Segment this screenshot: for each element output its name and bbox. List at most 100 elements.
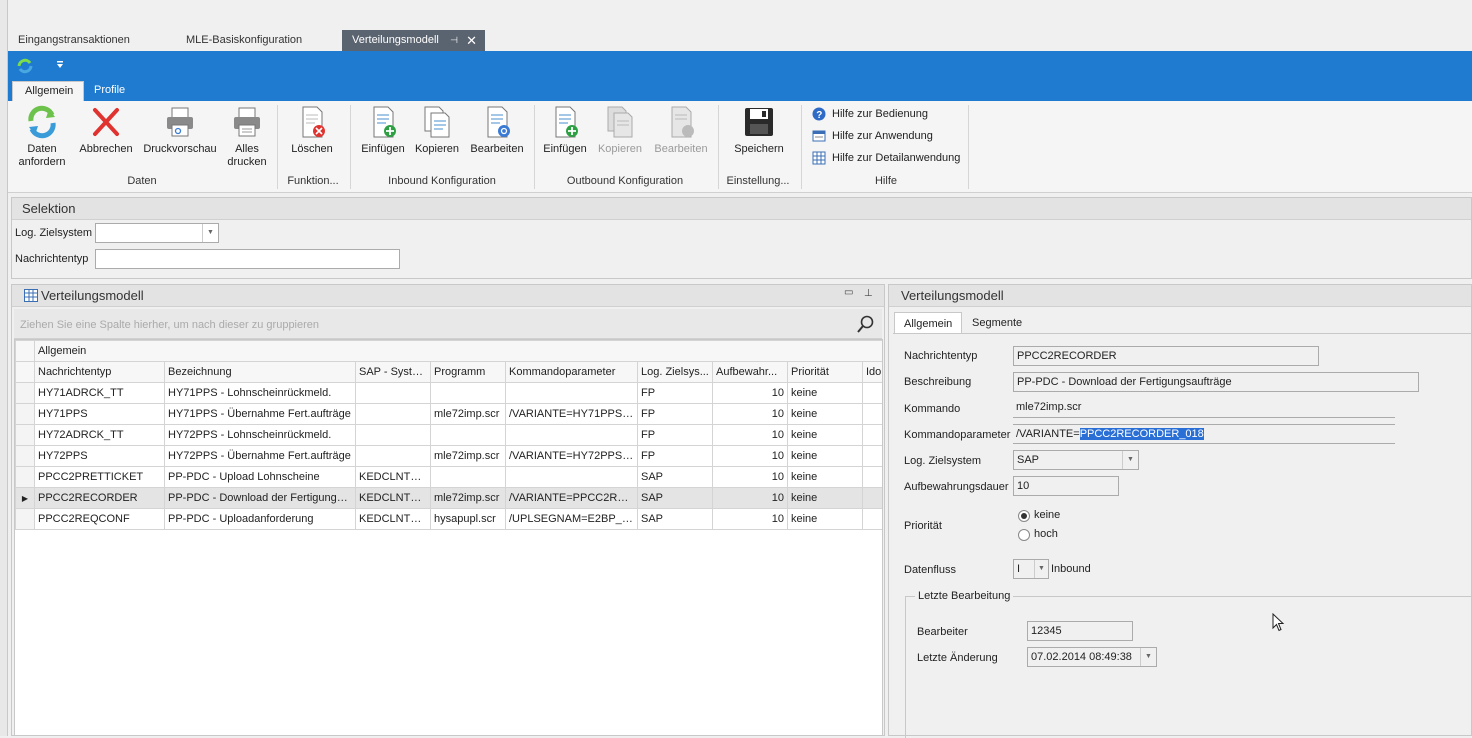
cell-log-zielsystem[interactable]: FP [637,403,713,425]
cell-nachrichtentyp[interactable]: HY72PPS [34,445,165,467]
column-header-prioritaet[interactable]: Priorität [787,361,863,383]
column-header-log-zielsystem[interactable]: Log. Zielsys... [637,361,713,383]
cell-aufbewahrung[interactable]: 10 [712,466,788,488]
cell-bezeichnung[interactable]: PP-PDC - Download der Fertigungsa... [164,487,356,509]
cell-ido[interactable] [861,466,882,488]
cell-programm[interactable]: mle72imp.scr [430,403,506,425]
column-header-nachrichtentyp[interactable]: Nachrichtentyp [34,361,165,383]
cell-prioritaet[interactable]: keine [787,487,863,509]
cell-kommandoparameter[interactable]: /VARIANTE=PPCC2REC... [505,487,638,509]
table-row[interactable]: HY72PPS HY72PPS - Übernahme Fert.aufträge… [15,445,882,467]
abbrechen-button[interactable]: Abbrechen [76,105,136,156]
doc-tab-eingangstransaktionen[interactable]: Eingangstransaktionen [8,30,176,51]
row-indicator-cell[interactable] [15,382,35,404]
cell-sap-system[interactable]: KEDCLNT200 [355,487,431,509]
cell-prioritaet[interactable]: keine [787,403,863,425]
ribbon-tab-profile[interactable]: Profile [86,81,133,101]
datenfluss-select[interactable]: I ▼ [1013,559,1049,579]
daten-anfordern-button[interactable]: Daten anfordern [12,105,72,169]
table-row[interactable]: PPCC2REQCONF PP-PDC - Uploadanforderung KE… [15,508,882,530]
cell-ido[interactable] [861,508,882,530]
column-header-programm[interactable]: Programm [430,361,506,383]
cell-sap-system[interactable]: KEDCLNT200 [355,466,431,488]
cell-sap-system[interactable]: KEDCLNT200 [355,508,431,530]
cell-log-zielsystem[interactable]: FP [637,445,713,467]
row-indicator-cell[interactable] [15,424,35,446]
cell-prioritaet[interactable]: keine [787,466,863,488]
cell-log-zielsystem[interactable]: FP [637,424,713,446]
cell-prioritaet[interactable]: keine [787,508,863,530]
group-by-area[interactable]: Ziehen Sie eine Spalte hierher, um nach … [14,309,882,339]
inbound-bearbeiten-button[interactable]: Bearbeiten [466,105,528,156]
chevron-down-icon[interactable]: ▼ [1122,451,1138,469]
table-row[interactable]: HY71ADRCK_TT HY71PPS - Lohnscheinrückmeld… [15,382,882,404]
cell-bezeichnung[interactable]: HY71PPS - Übernahme Fert.aufträge [164,403,356,425]
inbound-einfuegen-button[interactable]: Einfügen [358,105,408,156]
loeschen-button[interactable]: Löschen [284,105,340,156]
column-header-aufbewahrung[interactable]: Aufbewahr... [712,361,788,383]
cell-programm[interactable] [430,382,506,404]
beschreibung-field[interactable]: PP-PDC - Download der Fertigungsaufträge [1013,372,1419,392]
cell-kommandoparameter[interactable] [505,382,638,404]
refresh-icon[interactable] [16,58,34,74]
cell-nachrichtentyp[interactable]: PPCC2RECORDER [34,487,165,509]
ribbon-tab-allgemein[interactable]: Allgemein [12,81,84,101]
cell-kommandoparameter[interactable] [505,466,638,488]
cell-aufbewahrung[interactable]: 10 [712,508,788,530]
cell-aufbewahrung[interactable]: 10 [712,487,788,509]
doc-tab-mle-basiskonfiguration[interactable]: MLE-Basiskonfiguration [176,30,342,51]
detail-tab-allgemein[interactable]: Allgemein [894,312,963,334]
cell-programm[interactable]: mle72imp.scr [430,487,506,509]
cell-bezeichnung[interactable]: PP-PDC - Upload Lohnscheine [164,466,356,488]
table-row[interactable]: HY71PPS HY71PPS - Übernahme Fert.aufträge… [15,403,882,425]
cell-ido[interactable] [861,445,882,467]
druckvorschau-button[interactable]: Druckvorschau [140,105,220,156]
ziel-select[interactable]: ▼ [95,223,219,243]
cell-sap-system[interactable] [355,445,431,467]
cell-sap-system[interactable] [355,382,431,404]
cell-log-zielsystem[interactable]: SAP [637,508,713,530]
cell-nachrichtentyp[interactable]: HY71PPS [34,403,165,425]
help-bedienung-link[interactable]: ? Hilfe zur Bedienung [812,105,928,123]
outbound-bearbeiten-button[interactable]: Bearbeiten [650,105,712,156]
cell-sap-system[interactable] [355,403,431,425]
chevron-down-icon[interactable]: ▼ [1034,560,1048,578]
row-focus-indicator-icon[interactable]: ▶ [15,487,35,509]
cell-sap-system[interactable] [355,424,431,446]
chevron-down-icon[interactable]: ▼ [202,224,218,242]
outbound-kopieren-button[interactable]: Kopieren [594,105,646,156]
cell-log-zielsystem[interactable]: SAP [637,466,713,488]
ziel-select[interactable]: SAP ▼ [1013,450,1139,470]
kommandoparameter-field[interactable]: /VARIANTE=PPCC2RECORDER_018 [1013,424,1395,444]
row-indicator-cell[interactable] [15,445,35,467]
cell-log-zielsystem[interactable]: FP [637,382,713,404]
column-header-sap-system[interactable]: SAP - System [355,361,431,383]
cell-kommandoparameter[interactable]: /UPLSEGNAM=E2BP_PP... [505,508,638,530]
column-header-kommandoparameter[interactable]: Kommandoparameter [505,361,638,383]
maximize-icon[interactable]: ▭ [844,287,853,298]
customize-dropdown-icon[interactable] [56,61,64,69]
close-icon[interactable]: ✕ [466,30,477,51]
cell-ido[interactable] [861,382,882,404]
pin-icon[interactable]: ⊥ [864,288,873,299]
row-indicator-cell[interactable] [15,403,35,425]
cell-log-zielsystem[interactable]: SAP [637,487,713,509]
cell-aufbewahrung[interactable]: 10 [712,382,788,404]
cell-programm[interactable]: mle72imp.scr [430,445,506,467]
cell-prioritaet[interactable]: keine [787,424,863,446]
nachrichtentyp-field[interactable]: PPCC2RECORDER [1013,346,1319,366]
aenderung-field[interactable]: 07.02.2014 08:49:38 ▼ [1027,647,1157,667]
cell-aufbewahrung[interactable]: 10 [712,403,788,425]
table-row[interactable]: PPCC2PRETTICKET PP-PDC - Upload Lohnschei… [15,466,882,488]
cell-ido[interactable] [861,424,882,446]
help-anwendung-link[interactable]: Hilfe zur Anwendung [812,127,933,145]
cell-prioritaet[interactable]: keine [787,445,863,467]
doc-tab-verteilungsmodell[interactable]: Verteilungsmodell ⊣ ✕ [342,30,485,51]
cell-bezeichnung[interactable]: HY71PPS - Lohnscheinrückmeld. [164,382,356,404]
cell-programm[interactable]: hysapupl.scr [430,508,506,530]
cell-aufbewahrung[interactable]: 10 [712,445,788,467]
cell-kommandoparameter[interactable]: /VARIANTE=HY71PPS_... [505,403,638,425]
cell-nachrichtentyp[interactable]: PPCC2REQCONF [34,508,165,530]
search-icon[interactable] [857,315,875,333]
cell-kommandoparameter[interactable] [505,424,638,446]
